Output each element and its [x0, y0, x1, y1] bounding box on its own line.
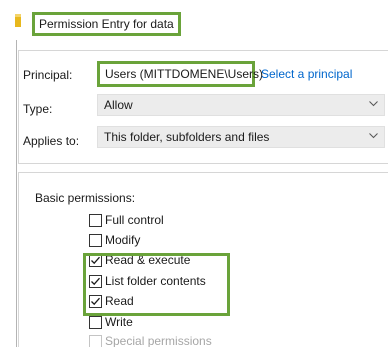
chevron-down-icon [369, 133, 378, 139]
basic-permissions-label: Basic permissions: [35, 191, 136, 205]
chevron-down-icon [369, 101, 378, 107]
checkbox-write[interactable] [89, 316, 102, 329]
window-title: Permission Entry for data [32, 12, 181, 36]
applies-to-dropdown[interactable]: This folder, subfolders and files [97, 126, 385, 148]
folder-icon [15, 14, 21, 27]
checkbox-special [89, 335, 102, 347]
permission-label: Modify [105, 233, 141, 247]
permission-label: Write [105, 315, 133, 329]
type-dropdown-value: Allow [104, 98, 133, 112]
principal-value: Users (MITTDOMENE\Users) [97, 61, 263, 87]
select-principal-link[interactable]: Select a principal [261, 67, 352, 81]
permission-label: Full control [105, 213, 164, 227]
type-label: Type: [23, 102, 53, 116]
permission-label: Special permissions [105, 334, 212, 347]
type-dropdown[interactable]: Allow [97, 94, 385, 116]
applies-to-label: Applies to: [23, 134, 80, 148]
window-border [16, 40, 17, 347]
checkbox-modify[interactable] [89, 234, 102, 247]
principal-label: Principal: [23, 68, 73, 82]
checkbox-full-control[interactable] [89, 214, 102, 227]
applies-to-dropdown-value: This folder, subfolders and files [104, 130, 270, 144]
permission-entry-window: Permission Entry for data Principal: Use… [0, 0, 388, 347]
highlight-box [83, 253, 230, 316]
